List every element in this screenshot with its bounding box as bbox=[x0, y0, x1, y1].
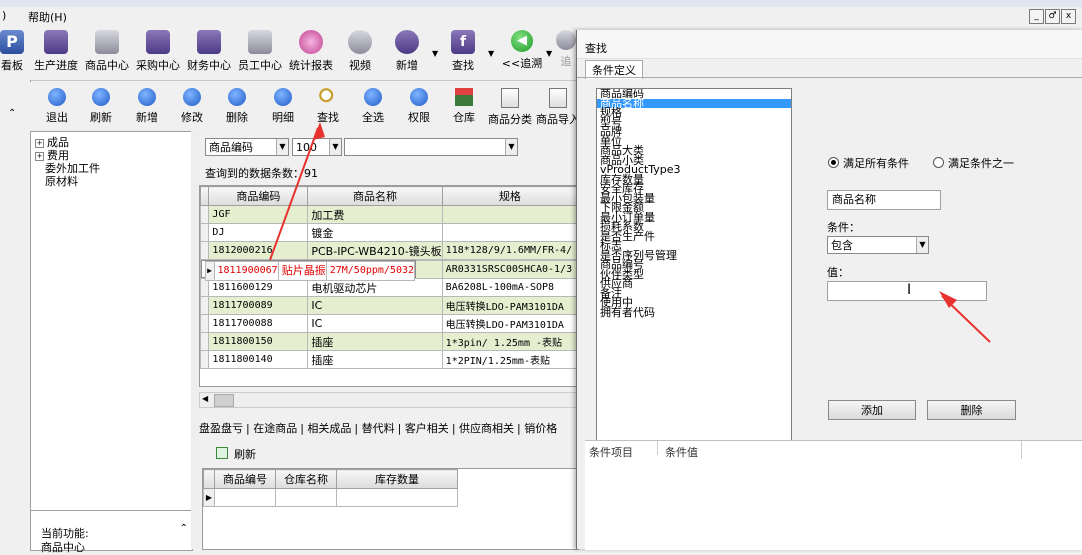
arrow-to-value-input bbox=[939, 291, 991, 343]
annotation-arrows bbox=[269, 122, 991, 343]
arrow-to-search bbox=[269, 122, 325, 261]
